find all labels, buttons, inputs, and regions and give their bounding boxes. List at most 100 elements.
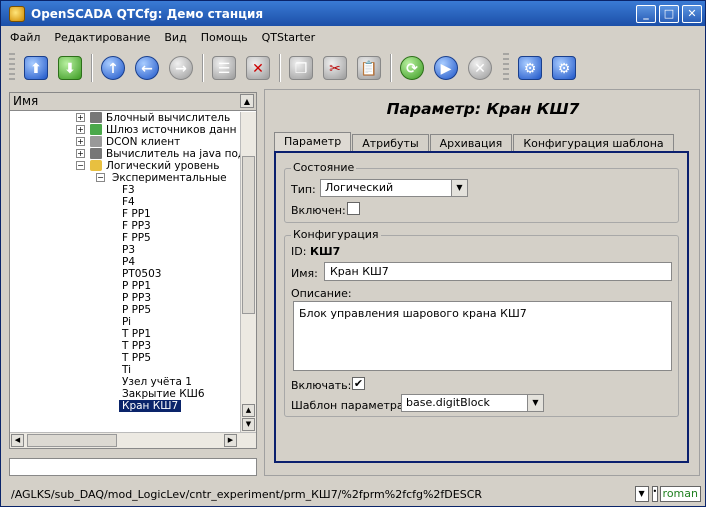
menu-file[interactable]: Файл [1,31,47,44]
maximize-button[interactable]: □ [659,4,679,23]
page-title: Параметр: Кран КШ7 [386,100,580,118]
tree-item[interactable]: + DCON клиент [10,136,241,148]
menu-help[interactable]: Помощь [194,31,255,44]
type-select[interactable]: Логический ▼ [320,179,468,197]
toolbar-grip[interactable] [9,53,15,83]
connect-button[interactable]: ⚙ [515,53,545,83]
tree-item[interactable]: + Вычислитель на java под [10,148,241,160]
tree-item-label: F3 [122,184,135,196]
menu-view[interactable]: Вид [157,31,193,44]
state-group: Состояние Тип: Логический ▼ Включен: [284,161,679,223]
tree-item[interactable]: + Блочный вычислитель [10,112,241,124]
tab-attributes[interactable]: Атрибуты [352,134,429,152]
tab-archiving[interactable]: Архивация [429,134,513,152]
type-label: Тип: [291,183,316,196]
back-button[interactable]: ← [132,53,162,83]
scroll-up-arrow-icon[interactable]: ▲ [240,94,254,108]
scroll-left-icon[interactable]: ◀ [11,434,24,447]
tab-content: Состояние Тип: Логический ▼ Включен: Кон… [274,151,689,463]
scroll-up-icon[interactable]: ▲ [242,404,255,417]
tree-horizontal-scrollbar[interactable]: ◀ ▶ [10,432,256,448]
user-badge[interactable]: roman [659,486,701,502]
close-button[interactable]: ✕ [682,4,702,23]
tree-item[interactable]: Ti [10,364,241,376]
db-save-button[interactable]: ⬇ [55,53,85,83]
forward-button[interactable]: → [166,53,196,83]
disconnect-button[interactable]: ⚙ [549,53,579,83]
db-load-button[interactable]: ⬆ [21,53,51,83]
tree-item-label: T PP3 [122,340,152,352]
folder-icon [90,160,102,171]
toolbar-grip-2[interactable] [503,53,509,83]
scroll-down-icon[interactable]: ▼ [242,418,255,431]
back-icon: ← [135,56,159,80]
status-indicator-icon[interactable]: • [651,486,658,502]
main-window: OpenSCADA QTCfg: Демо станция _ □ ✕ Файл… [0,0,706,507]
scroll-right-icon[interactable]: ▶ [224,434,237,447]
enabled-checkbox[interactable] [347,202,360,215]
collapse-icon[interactable]: − [96,173,105,182]
add-item-button[interactable]: ☰ [209,53,239,83]
expand-icon[interactable]: + [76,125,85,134]
tree-item[interactable]: P PP3 [10,292,241,304]
tree-item[interactable]: T PP5 [10,352,241,364]
tree-item[interactable]: + Шлюз источников данн [10,124,241,136]
tree-body: + Блочный вычислитель + Шлюз источников дан… [10,112,241,432]
delete-item-button[interactable]: ✕ [243,53,273,83]
tab-template-config[interactable]: Конфигурация шаблона [513,134,674,152]
tree-item[interactable]: Pi [10,316,241,328]
paste-button[interactable]: 📋 [354,53,384,83]
status-menu-icon[interactable]: ▼ [634,486,649,502]
tree-item-label: PT0503 [122,268,162,280]
menu-edit[interactable]: Редактирование [47,31,157,44]
expand-icon[interactable]: + [76,113,85,122]
minimize-button[interactable]: _ [636,4,656,23]
tree-item[interactable]: F4 [10,196,241,208]
up-button[interactable]: ↑ [98,53,128,83]
tree-item[interactable]: T PP3 [10,340,241,352]
tree-item[interactable]: F PP3 [10,220,241,232]
tree-item-label: P PP3 [122,292,152,304]
tree-item[interactable]: PT0503 [10,268,241,280]
tree-item-label: Экспериментальные [112,172,227,184]
tree-item[interactable]: F PP5 [10,232,241,244]
tree-item[interactable]: Узел учёта 1 [10,376,241,388]
menu-qtstarter[interactable]: QTStarter [255,31,323,44]
tree-item[interactable]: P PP1 [10,280,241,292]
tree-item[interactable]: P4 [10,256,241,268]
start-button[interactable]: ▶ [431,53,461,83]
app-icon [9,5,25,22]
tree-item[interactable]: Кран КШ7 [10,400,200,412]
cut-button[interactable]: ✂ [320,53,350,83]
tree-header[interactable]: Имя ▲ [10,93,256,111]
navigation-tree[interactable]: Имя ▲ + Блочный вычислитель + Шлюз источник… [9,92,257,449]
tree-item[interactable]: − Логический уровень [10,160,241,172]
to-enable-checkbox[interactable]: ✔ [352,377,365,390]
tree-item[interactable]: P PP5 [10,304,241,316]
name-input[interactable]: Кран КШ7 [324,262,672,281]
tree-item[interactable]: F PP1 [10,208,241,220]
stop-button[interactable]: ✕ [465,53,495,83]
expand-icon[interactable]: + [76,149,85,158]
tree-item[interactable]: T PP1 [10,328,241,340]
title-bar[interactable]: OpenSCADA QTCfg: Демо станция _ □ ✕ [1,1,705,26]
tree-item-label: Закрытие КШ6 [122,388,205,400]
tree-vertical-scrollbar[interactable]: ▲ ▼ [240,112,256,432]
tree-horizontal-scroll-thumb[interactable] [27,434,117,447]
tree-item[interactable]: − Экспериментальные [10,172,241,184]
tree-item-label: F PP1 [122,208,151,220]
collapse-icon[interactable]: − [76,161,85,170]
tab-parameter[interactable]: Параметр [274,132,352,152]
template-select[interactable]: base.digitBlock ▼ [401,394,544,412]
tree-item[interactable]: F3 [10,184,241,196]
db-save-icon: ⬇ [58,56,82,80]
tree-item[interactable]: P3 [10,244,241,256]
refresh-button[interactable]: ⟳ [397,53,427,83]
template-select-value: base.digitBlock [406,396,490,409]
tree-filter-input[interactable] [9,458,257,476]
copy-button[interactable]: ❐ [286,53,316,83]
description-textarea[interactable]: Блок управления шарового крана КШ7 [293,301,672,371]
tree-vertical-scroll-thumb[interactable] [242,156,255,314]
expand-icon[interactable]: + [76,137,85,146]
tree-item[interactable]: Закрытие КШ6 [10,388,241,400]
